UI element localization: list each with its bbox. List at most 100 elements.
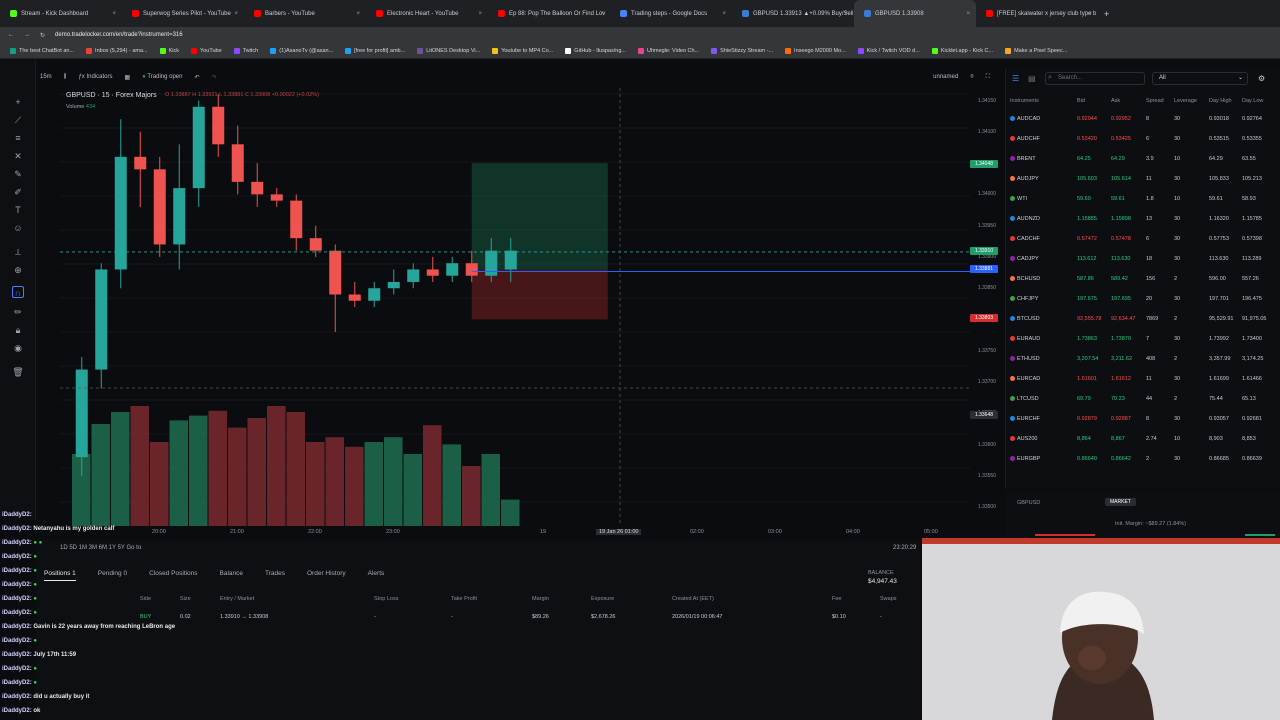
positions-column-header[interactable]: Stop Loss [374, 596, 398, 602]
browser-tab[interactable]: Ep 88: Pop The Balloon Or Find Lov × [488, 0, 610, 27]
instrument-row[interactable]: LTCUSD 69.79 70.23 44 2 75.44 65.13 [1008, 396, 1278, 416]
text-tool-icon[interactable]: T [12, 204, 24, 216]
candle-body[interactable] [173, 188, 186, 245]
close-tab-icon[interactable]: × [844, 11, 848, 17]
browser-tab[interactable]: Trading steps - Google Docs × [610, 0, 732, 27]
instrument-column-header[interactable]: Day High [1209, 98, 1232, 104]
bookmark-item[interactable]: ShieStizzy Stream -... [711, 47, 773, 54]
bookmark-item[interactable]: Inbox (5,294) - ama... [86, 47, 148, 54]
positions-column-header[interactable]: Created At (EET) [672, 596, 714, 602]
price-axis[interactable]: 1.34150 1.34100 1.34000 1.33950 1.33900 1.338… [968, 88, 1000, 526]
browser-tab[interactable]: Superwog Series Pilot - YouTube × [122, 0, 244, 27]
trash-icon[interactable]: 🗑︎ [12, 366, 24, 378]
pattern-tool-icon[interactable]: ✕ [12, 150, 24, 162]
close-tab-icon[interactable]: × [722, 11, 726, 17]
candle-body[interactable] [504, 250, 517, 270]
instrument-row[interactable]: EURCAD 1.61601 1.61612 11 30 1.61699 1.61466 [1008, 376, 1278, 396]
candle-body[interactable] [407, 269, 420, 282]
close-tab-icon[interactable]: × [478, 11, 482, 17]
bookmark-item[interactable]: Youtube to MP4 Co... [492, 47, 553, 54]
candle-body[interactable] [485, 250, 498, 276]
lock-icon[interactable]: 🔒︎ [12, 324, 24, 336]
positions-column-header[interactable]: Fee [832, 596, 841, 602]
price-chart[interactable] [60, 88, 970, 526]
bookmark-item[interactable]: (1)AsanoTv (@asan... [270, 47, 333, 54]
settings-icon[interactable]: ⚙ [1258, 74, 1265, 83]
candle-body[interactable] [231, 144, 244, 182]
positions-column-header[interactable]: Swaps [880, 596, 897, 602]
instrument-column-header[interactable]: Day Low [1242, 98, 1263, 104]
bookmark-item[interactable]: Kicklet.app - Kick C... [931, 47, 993, 54]
chart-type-icon[interactable]: ⫼ [64, 74, 67, 81]
redo-icon[interactable]: ↷ [212, 74, 217, 81]
bookmark-item[interactable]: Inseego M2000 Mo... [785, 47, 846, 54]
instrument-filter-select[interactable]: All ⌄ [1152, 72, 1248, 85]
bookmark-item[interactable]: GitHub - Iluspas/ng... [565, 47, 626, 54]
instrument-row[interactable]: AUDCHF 0.53420 0.53425 6 30 0.53515 0.53355 [1008, 136, 1278, 156]
bookmark-item[interactable]: [free for profit] amb... [345, 47, 405, 54]
calendar-icon[interactable]: ▤ [1028, 74, 1036, 83]
candle-body[interactable] [114, 156, 127, 270]
lock-pencil-icon[interactable]: ✏ [12, 306, 24, 318]
stop-loss-zone[interactable] [471, 269, 608, 320]
fib-tool-icon[interactable]: ≡ [12, 132, 24, 144]
crosshair-icon[interactable]: + [12, 96, 24, 108]
close-tab-icon[interactable]: × [966, 11, 970, 17]
close-tab-icon[interactable]: × [234, 11, 238, 17]
instrument-column-header[interactable]: Leverage [1174, 98, 1197, 104]
candle-body[interactable] [465, 263, 478, 276]
close-tab-icon[interactable]: × [112, 11, 116, 17]
ruler-tool-icon[interactable]: ⟂ [12, 246, 24, 258]
positions-column-header[interactable]: Exposure [591, 596, 614, 602]
browser-tab[interactable]: GBPUSD 1.33913 ▲+0.09% Buy/Sell × [732, 0, 854, 27]
candle-body[interactable] [426, 269, 439, 276]
camera-icon[interactable]: ⌾ [970, 74, 974, 81]
candle-body[interactable] [75, 369, 88, 458]
browser-tab[interactable]: GBPUSD 1.33908 × [854, 0, 976, 27]
zoom-in-icon[interactable]: ⊕ [12, 264, 24, 276]
bookmark-item[interactable]: Twitch [233, 47, 258, 54]
browser-tab[interactable]: Barbers - YouTube × [244, 0, 366, 27]
close-tab-icon[interactable]: × [1088, 11, 1092, 17]
candle-body[interactable] [95, 269, 108, 370]
url-field[interactable]: demo.tradelocker.com/en/trade?instrument… [55, 32, 1280, 38]
time-axis[interactable]: 20:00 21:00 22:00 23:00 19 19 Jan 26 01:00 02:… [60, 527, 1000, 539]
instrument-row[interactable]: EURGBP 0.86640 0.86642 2 30 0.86685 0.86639 [1008, 456, 1278, 476]
candle-body[interactable] [290, 200, 303, 239]
instrument-row[interactable]: AUDNZD 1.15885 1.15898 13 30 1.16320 1.15785 [1008, 216, 1278, 236]
instrument-row[interactable]: AUDJPY 105.603 105.614 11 30 105.833 105.213 [1008, 176, 1278, 196]
positions-column-header[interactable]: Entry / Market [220, 596, 254, 602]
watchlist-icon[interactable]: ☰ [1012, 74, 1019, 83]
bookmark-item[interactable]: The best ChatBot an... [10, 47, 74, 54]
emoji-tool-icon[interactable]: ☺ [12, 222, 24, 234]
instrument-row[interactable]: CHFJPY 197.675 197.695 20 30 197.701 196.475 [1008, 296, 1278, 316]
bookmark-item[interactable]: Kick [159, 47, 179, 54]
instrument-row[interactable]: BRENT 64.25 64.29 3.9 10 64.29 63.55 [1008, 156, 1278, 176]
reload-icon[interactable]: ↻ [40, 32, 45, 39]
eye-icon[interactable]: ◉ [12, 342, 24, 354]
candle-body[interactable] [270, 194, 283, 201]
undo-icon[interactable]: ↶ [194, 74, 199, 81]
line-tool-icon[interactable]: ⟋ [12, 114, 24, 126]
positions-tab[interactable]: Trades [265, 570, 285, 581]
sell-button[interactable] [1035, 534, 1095, 536]
bookmark-item[interactable]: Make a Pixel Speec... [1005, 47, 1067, 54]
candle-body[interactable] [387, 281, 400, 289]
candle-body[interactable] [153, 169, 166, 245]
back-icon[interactable]: ← [8, 32, 14, 38]
browser-tab[interactable]: [FREE] skaiwater x jersey club type b × [976, 0, 1098, 27]
instrument-row[interactable]: AUS200 8,864 8,867 2.74 10 8,903 8,853 [1008, 436, 1278, 456]
instrument-row[interactable]: BTCUSD 92,555.78 92,634.47 7869 2 95,529.91 91… [1008, 316, 1278, 336]
positions-column-header[interactable]: Take Profit [451, 596, 477, 602]
candle-body[interactable] [134, 156, 147, 170]
instrument-row[interactable]: CADJPY 113.612 113.630 18 30 113.630 113.289 [1008, 256, 1278, 276]
candle-body[interactable] [368, 288, 381, 301]
bookmark-item[interactable]: YouTube [191, 47, 222, 54]
pen-tool-icon[interactable]: ✐ [12, 186, 24, 198]
instrument-row[interactable]: CADCHF 0.57472 0.57478 6 30 0.57753 0.57398 [1008, 236, 1278, 256]
timeframe-select[interactable]: 15m [40, 74, 52, 80]
candle-body[interactable] [446, 263, 459, 276]
bookmark-item[interactable]: LitONES Desktop Vi... [417, 47, 480, 54]
browser-tab[interactable]: Stream - Kick Dashboard × [0, 0, 122, 27]
candle-body[interactable] [251, 181, 264, 195]
